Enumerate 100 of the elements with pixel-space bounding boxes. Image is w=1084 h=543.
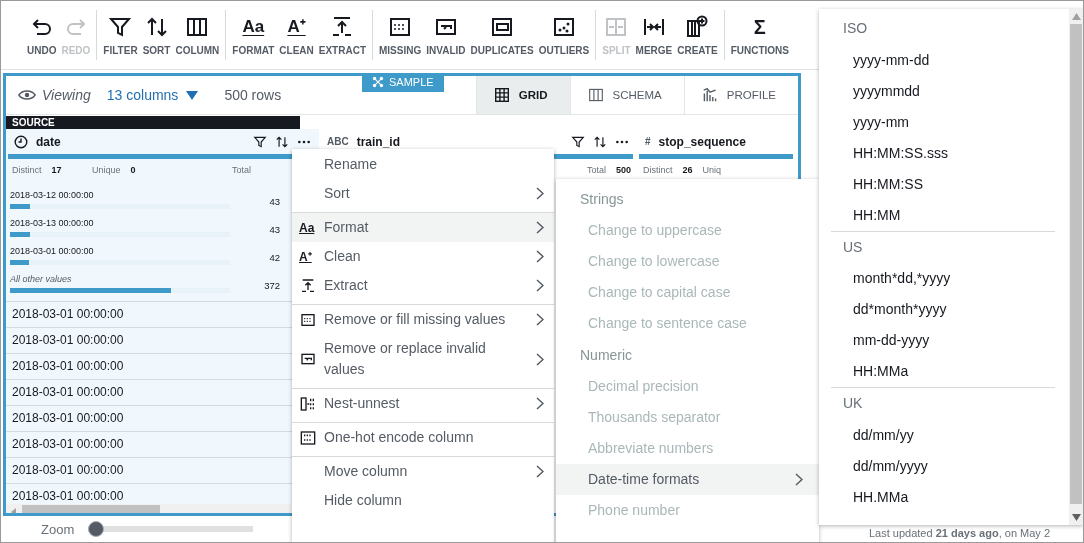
chevron-right-icon bbox=[536, 279, 544, 292]
menu-heading: ISO bbox=[842, 19, 869, 38]
menu-item[interactable]: Nest-unnest bbox=[292, 388, 554, 418]
menu-item[interactable]: Move column bbox=[292, 456, 554, 486]
stat-value: 0 bbox=[130, 165, 136, 177]
value-label: 2018-03-01 00:00:00 bbox=[10, 246, 95, 256]
menu-item[interactable]: HH:MM:SS bbox=[819, 168, 923, 200]
toolbar-button[interactable]: Σ FUNCTIONS bbox=[729, 14, 790, 56]
stat-value: 17 bbox=[51, 165, 62, 177]
down-arrow-icon bbox=[1071, 514, 1081, 521]
sort-icon[interactable] bbox=[593, 134, 607, 149]
scroll-thumb[interactable] bbox=[1070, 24, 1082, 504]
chevron-right-icon bbox=[536, 313, 544, 326]
caret-icon bbox=[186, 90, 199, 100]
clock-icon bbox=[14, 134, 28, 149]
toolbar-button[interactable]: Aa FORMAT bbox=[231, 14, 276, 56]
filter-icon[interactable] bbox=[253, 134, 267, 149]
sample-badge: SAMPLE bbox=[362, 76, 444, 92]
view-tab[interactable]: GRID bbox=[475, 76, 570, 114]
table-icon bbox=[492, 88, 511, 102]
menu-item[interactable]: Sort bbox=[292, 179, 554, 208]
stat-value: 26 bbox=[682, 165, 693, 177]
up-arrow-icon bbox=[1071, 13, 1081, 20]
menu-item[interactable]: dd/mm/yyyy bbox=[831, 450, 928, 482]
chevron-right-icon bbox=[536, 187, 544, 200]
stat-label: Total bbox=[586, 165, 606, 177]
menu-heading: Numeric bbox=[579, 346, 634, 365]
dotted-box-icon bbox=[300, 311, 316, 328]
menu-item[interactable]: dd*month*yyyy bbox=[831, 294, 947, 325]
stat-label: Distinct bbox=[12, 165, 42, 177]
slider-thumb[interactable] bbox=[88, 521, 105, 537]
chevron-right-icon bbox=[536, 250, 544, 263]
toolbar-button[interactable]: A⁺ CLEAN bbox=[278, 14, 315, 56]
value-count: 43 bbox=[268, 224, 280, 237]
type-label: # bbox=[645, 136, 651, 147]
column-plus-icon bbox=[685, 14, 710, 39]
stat-label: Total bbox=[232, 165, 251, 177]
menu-item[interactable]: yyyymmdd bbox=[819, 75, 920, 107]
chevron-right-icon bbox=[795, 473, 803, 486]
menu-item[interactable]: yyyy-mm bbox=[819, 106, 909, 138]
menu-item[interactable]: A⁺ Clean bbox=[292, 242, 554, 271]
stat-label: Uniq bbox=[702, 165, 722, 177]
value-count: 42 bbox=[268, 252, 280, 265]
value-count: 372 bbox=[263, 280, 280, 293]
box-with-mark-icon bbox=[300, 351, 316, 367]
toolbar-button[interactable]: UNDO bbox=[26, 14, 58, 56]
toolbar-button[interactable]: SORT bbox=[141, 14, 172, 56]
toolbar-button[interactable]: DUPLICATES bbox=[469, 14, 535, 56]
column-name: train_id bbox=[356, 134, 401, 149]
menu-item[interactable]: Remove or replace invalid values bbox=[292, 334, 554, 384]
toolbar-button[interactable]: EXTRACT bbox=[317, 14, 367, 56]
menu-item[interactable]: HH:MMa bbox=[831, 356, 909, 387]
column-icon bbox=[586, 88, 605, 102]
menu-item[interactable]: Date-time formats bbox=[556, 464, 819, 495]
menu-item[interactable]: One-hot encode column bbox=[292, 422, 554, 452]
menu-item[interactable]: HH.MMa bbox=[831, 481, 909, 513]
column-name: stop_sequence bbox=[658, 134, 747, 149]
toolbar-button[interactable]: INVALID bbox=[425, 14, 467, 56]
value-label: All other values bbox=[10, 274, 73, 284]
toolbar-button[interactable]: FILTER bbox=[102, 14, 139, 56]
menu-item[interactable]: Hide column bbox=[292, 486, 554, 515]
menu-item[interactable]: Aa Format bbox=[292, 212, 554, 242]
value-count: 43 bbox=[268, 196, 280, 209]
menu-item[interactable]: month*dd,*yyyy bbox=[831, 263, 951, 294]
sort-icon[interactable] bbox=[275, 134, 289, 149]
stat-label: Unique bbox=[92, 165, 121, 177]
viewing-label: Viewing bbox=[42, 87, 91, 103]
source-label: SOURCE bbox=[6, 116, 300, 129]
menu-item[interactable]: HH:MM:SS.sss bbox=[819, 137, 948, 169]
eye-icon bbox=[18, 88, 36, 102]
toolbar-button[interactable]: COLUMN bbox=[174, 14, 221, 56]
menu-heading: US bbox=[842, 237, 864, 257]
chevron-right-icon bbox=[536, 221, 544, 234]
toolbar-button[interactable]: OUTLIERS bbox=[537, 14, 591, 56]
row-count: 500 rows bbox=[224, 87, 282, 103]
dotted-columns-icon bbox=[300, 395, 316, 412]
type-label: ABC bbox=[327, 136, 349, 147]
toolbar-button[interactable]: MERGE bbox=[634, 14, 674, 56]
menu-item[interactable]: yyyy-mm-dd bbox=[819, 44, 930, 76]
chevron-right-icon bbox=[536, 397, 544, 410]
vertical-scrollbar[interactable] bbox=[1069, 9, 1083, 525]
filter-icon[interactable] bbox=[571, 134, 585, 149]
menu-item[interactable]: dd/mm/yy bbox=[831, 419, 914, 451]
menu-item[interactable]: Remove or fill missing values bbox=[292, 304, 554, 334]
menu-item[interactable]: HH:MM bbox=[819, 199, 901, 231]
toolbar-button[interactable]: MISSING bbox=[378, 14, 423, 56]
toolbar-button[interactable]: CREATE bbox=[676, 14, 719, 56]
menu-item[interactable]: Extract bbox=[292, 271, 554, 300]
value-label: 2018-03-12 00:00:00 bbox=[10, 190, 95, 200]
menu-heading: Strings bbox=[579, 190, 625, 209]
value-label: 2018-03-13 00:00:00 bbox=[10, 218, 95, 228]
menu-item[interactable]: mm-dd-yyyy bbox=[831, 325, 930, 356]
last-updated-text: Last updated 21 days ago, on May 2 bbox=[869, 527, 1050, 539]
menu-item[interactable]: Rename bbox=[292, 150, 554, 179]
chevron-right-icon bbox=[536, 465, 544, 478]
columns-dropdown[interactable]: 13 columns bbox=[106, 87, 199, 103]
binary-box-icon bbox=[300, 429, 316, 446]
bar-chart-icon bbox=[700, 88, 719, 102]
network-icon bbox=[372, 76, 384, 89]
column-name: date bbox=[36, 134, 62, 149]
